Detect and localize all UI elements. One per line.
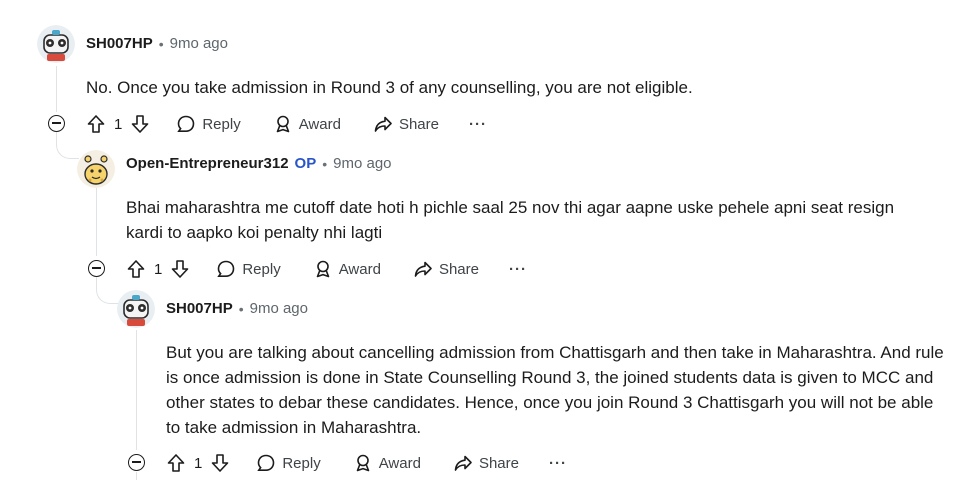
avatar[interactable] — [77, 150, 115, 188]
comment-body: No. Once you take admission in Round 3 o… — [86, 78, 693, 97]
collapse-thread-button[interactable] — [48, 115, 65, 132]
giraffe-avatar-icon — [77, 150, 115, 188]
award-button[interactable]: Award — [313, 259, 381, 279]
share-icon — [414, 261, 432, 277]
reply-icon — [257, 454, 275, 471]
comment-meta: SH007HP • 9mo ago — [166, 300, 308, 317]
thread-line-3 — [136, 330, 137, 450]
timestamp[interactable]: 9mo ago — [250, 300, 308, 317]
more-options-icon[interactable]: ··· — [509, 261, 527, 278]
robot-avatar-icon — [117, 290, 155, 328]
reply-label: Reply — [282, 454, 321, 472]
share-icon — [374, 116, 392, 132]
award-label: Award — [378, 454, 421, 472]
reply-button[interactable]: Reply — [256, 453, 321, 473]
robot-avatar-icon — [37, 25, 75, 63]
reply-label: Reply — [202, 115, 241, 133]
share-button[interactable]: Share — [453, 453, 519, 473]
reply-button[interactable]: Reply — [176, 114, 241, 134]
comment-actions: 1 Reply Award Share ··· — [166, 450, 567, 476]
upvote-icon[interactable] — [86, 114, 106, 134]
share-button[interactable]: Share — [413, 259, 479, 279]
downvote-icon[interactable] — [130, 114, 150, 134]
comment-body: But you are talking about cancelling adm… — [166, 343, 944, 437]
reply-label: Reply — [242, 260, 281, 278]
share-label: Share — [438, 260, 479, 278]
thread-line-2 — [96, 186, 97, 256]
vote-count: 1 — [154, 260, 163, 278]
upvote-icon[interactable] — [166, 453, 186, 473]
author-name[interactable]: SH007HP — [86, 35, 153, 52]
share-button[interactable]: Share — [373, 114, 439, 134]
reply-icon — [177, 115, 195, 132]
award-button[interactable]: Award — [273, 114, 341, 134]
vote-count: 1 — [114, 115, 123, 133]
comment-actions: 1 Reply Award Share ··· — [126, 256, 527, 282]
share-label: Share — [478, 454, 519, 472]
reply-icon — [217, 260, 235, 277]
timestamp[interactable]: 9mo ago — [333, 155, 391, 172]
award-button[interactable]: Award — [353, 453, 421, 473]
thread-connector-1 — [56, 132, 79, 159]
separator-dot: • — [322, 155, 328, 172]
downvote-icon[interactable] — [210, 453, 230, 473]
share-icon — [454, 455, 472, 471]
thread-line-1 — [56, 66, 57, 112]
avatar[interactable] — [117, 290, 155, 328]
comment-body: Bhai maharashtra me cutoff date hoti h p… — [126, 198, 895, 242]
separator-dot: • — [238, 300, 244, 317]
reply-button[interactable]: Reply — [216, 259, 281, 279]
award-label: Award — [298, 115, 341, 133]
thread-line-3b — [136, 472, 137, 480]
comment-meta: Open-Entrepreneur312 OP • 9mo ago — [126, 155, 392, 172]
comment-actions: 1 Reply Award Share ··· — [86, 111, 487, 137]
award-label: Award — [338, 260, 381, 278]
separator-dot: • — [158, 35, 164, 52]
comment-meta: SH007HP • 9mo ago — [86, 35, 228, 52]
vote-group: 1 — [126, 259, 190, 279]
award-icon — [356, 454, 370, 472]
award-icon — [276, 115, 290, 133]
vote-group: 1 — [86, 114, 150, 134]
award-icon — [316, 260, 330, 278]
downvote-icon[interactable] — [170, 259, 190, 279]
author-name[interactable]: SH007HP — [166, 300, 233, 317]
timestamp[interactable]: 9mo ago — [170, 35, 228, 52]
vote-count: 1 — [194, 454, 203, 472]
more-options-icon[interactable]: ··· — [549, 455, 567, 472]
author-name[interactable]: Open-Entrepreneur312 — [126, 155, 289, 172]
more-options-icon[interactable]: ··· — [469, 116, 487, 133]
thread-connector-2 — [96, 277, 119, 304]
op-badge: OP — [294, 155, 317, 172]
share-label: Share — [398, 115, 439, 133]
collapse-thread-button[interactable] — [128, 454, 145, 471]
upvote-icon[interactable] — [126, 259, 146, 279]
avatar[interactable] — [37, 25, 75, 63]
vote-group: 1 — [166, 453, 230, 473]
collapse-thread-button[interactable] — [88, 260, 105, 277]
